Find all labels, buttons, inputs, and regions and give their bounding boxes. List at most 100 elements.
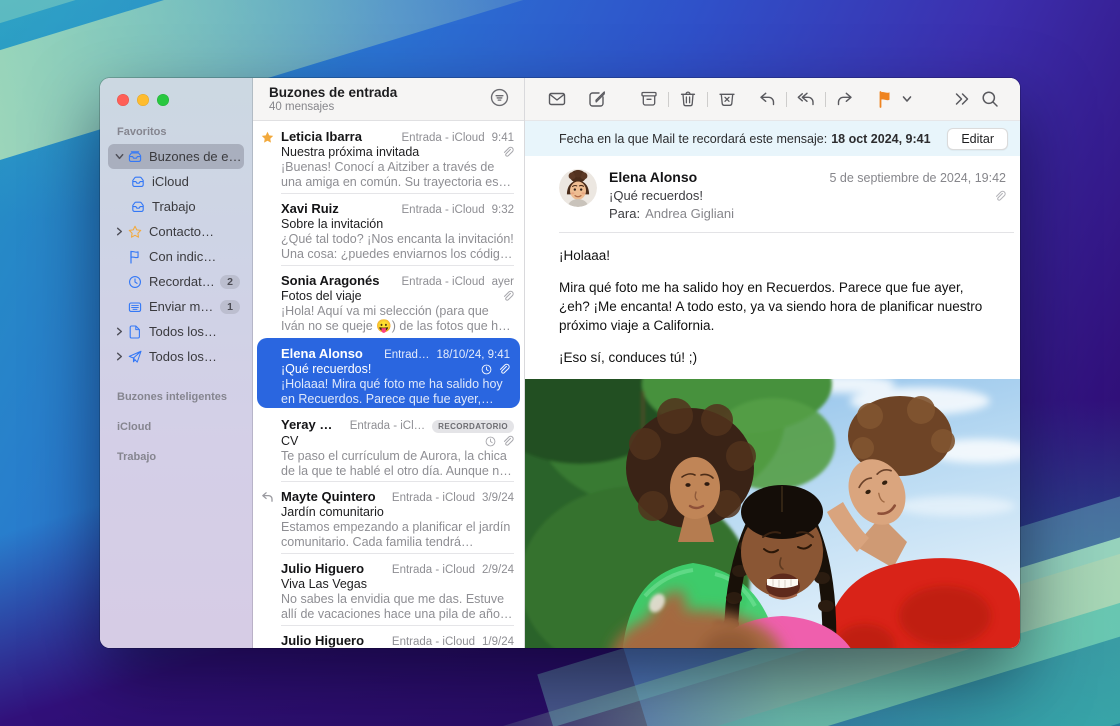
list-row[interactable]: Sonia Aragonés Entrada - iCloud ayer Fot… — [253, 265, 524, 337]
sidebar: Favoritos Buzones de e… iCloud Trabajo C… — [100, 78, 253, 648]
document-icon — [127, 324, 143, 340]
chevron-down-icon[interactable] — [114, 151, 125, 162]
row-mailbox: Entrada - iCl… — [350, 420, 425, 432]
sidebar-item-vip-contacts[interactable]: Contacto… — [108, 219, 244, 244]
message-body: ¡Holaaa! Mira qué foto me ha salido hoy … — [525, 233, 1020, 379]
row-time: 18/10/24, 9:41 — [436, 349, 510, 361]
list-row[interactable]: Julio Higuero Entrada - iCloud 1/9/24 — [253, 625, 524, 648]
to-label: Para: — [609, 206, 640, 221]
list-row[interactable]: Yeray Martín Entrada - iCl… RECORDATORIO… — [253, 409, 524, 481]
row-time: 2/9/24 — [482, 564, 514, 576]
minimize-window-button[interactable] — [137, 94, 149, 106]
message-list: Buzones de entrada 40 mensajes Leticia I… — [253, 78, 525, 648]
archive-button[interactable] — [635, 86, 663, 112]
toolbar-separator — [707, 92, 708, 107]
sidebar-item-inbox-trabajo[interactable]: Trabajo — [108, 194, 244, 219]
junk-button[interactable] — [713, 86, 741, 112]
sidebar-item-label: iCloud — [152, 174, 244, 189]
row-mailbox: Entrada - iCloud — [392, 636, 475, 648]
reminder-banner: Fecha en la que Mail te recordará este m… — [525, 121, 1020, 156]
row-preview: ¡Holaaa! Mira qué foto me ha salido hoy … — [281, 377, 510, 407]
clock-icon — [127, 274, 143, 290]
sidebar-item-flagged[interactable]: Con indic… — [108, 244, 244, 269]
list-row-selected[interactable]: Elena Alonso Entrad… 18/10/24, 9:41 ¡Qué… — [257, 338, 520, 408]
body-paragraph: ¡Holaaa! — [559, 246, 990, 265]
message-list-header: Buzones de entrada 40 mensajes — [253, 78, 524, 121]
sidebar-section-trabajo[interactable]: Trabajo — [100, 451, 252, 463]
reply-all-button[interactable] — [792, 86, 820, 112]
row-sender: Julio Higuero — [281, 633, 385, 648]
row-sender: Mayte Quintero — [281, 489, 385, 504]
get-mail-button[interactable] — [543, 86, 571, 112]
chevron-right-icon[interactable] — [114, 351, 125, 362]
sidebar-item-all-inboxes[interactable]: Buzones de e… — [108, 144, 244, 169]
row-preview: No sabes la envidia que me das. Estuve a… — [281, 592, 514, 622]
edit-reminder-button[interactable]: Editar — [947, 128, 1008, 150]
paperclip-icon — [497, 363, 510, 376]
row-subject: Nuestra próxima invitada — [281, 145, 501, 159]
reminder-clock-icon — [484, 435, 497, 448]
row-sender: Leticia Ibarra — [281, 129, 395, 144]
sidebar-item-label: Todos los… — [149, 349, 244, 364]
sidebar-item-label: Con indic… — [149, 249, 244, 264]
filter-button[interactable] — [486, 86, 512, 112]
reminder-banner-text: Fecha en la que Mail te recordará este m… — [559, 132, 931, 146]
count-badge: 1 — [220, 300, 240, 314]
row-subject: CV — [281, 434, 484, 448]
row-sender: Elena Alonso — [281, 346, 377, 361]
sidebar-item-label: Contacto… — [149, 224, 244, 239]
sidebar-item-reminders[interactable]: Recordat… 2 — [108, 269, 244, 294]
star-icon — [260, 130, 275, 145]
compose-button[interactable] — [583, 86, 611, 112]
row-time: 9:32 — [492, 204, 514, 216]
sidebar-section-smart-mailboxes[interactable]: Buzones inteligentes — [100, 391, 252, 403]
row-subject: Fotos del viaje — [281, 289, 501, 303]
more-toolbar-items-button[interactable] — [948, 86, 976, 112]
paperclip-icon — [501, 146, 514, 159]
list-row[interactable]: Xavi Ruiz Entrada - iCloud 9:32 Sobre la… — [253, 193, 524, 265]
row-time: 3/9/24 — [482, 492, 514, 504]
zoom-window-button[interactable] — [157, 94, 169, 106]
sidebar-item-label: Trabajo — [152, 199, 244, 214]
flag-menu-chevron-icon[interactable] — [899, 86, 915, 112]
row-subject: Sobre la invitación — [281, 217, 514, 231]
flag-button[interactable] — [871, 86, 899, 112]
list-row[interactable]: Mayte Quintero Entrada - iCloud 3/9/24 J… — [253, 481, 524, 553]
close-window-button[interactable] — [117, 94, 129, 106]
forward-button[interactable] — [831, 86, 859, 112]
paperclip-icon — [501, 435, 514, 448]
reminder-date: 18 oct 2024, 9:41 — [831, 132, 930, 146]
toolbar — [525, 78, 1020, 121]
sidebar-item-label: Enviar m… — [149, 299, 220, 314]
chevron-right-icon[interactable] — [114, 226, 125, 237]
reminder-clock-icon — [480, 363, 493, 376]
recipient-name[interactable]: Andrea Gigliani — [645, 206, 734, 221]
list-row[interactable]: Julio Higuero Entrada - iCloud 2/9/24 Vi… — [253, 553, 524, 625]
paperclip-icon — [993, 190, 1006, 203]
all-inboxes-icon — [127, 149, 143, 165]
sender-avatar[interactable] — [559, 169, 597, 207]
list-row[interactable]: Leticia Ibarra Entrada - iCloud 9:41 Nue… — [253, 121, 524, 193]
row-sender: Xavi Ruiz — [281, 201, 395, 216]
row-mailbox: Entrada - iCloud — [402, 204, 485, 216]
attachment-indicator — [829, 190, 1006, 203]
sidebar-item-send-later[interactable]: Enviar m… 1 — [108, 294, 244, 319]
toolbar-separator — [786, 92, 787, 107]
message-pane: Fecha en la que Mail te recordará este m… — [525, 78, 1020, 648]
sidebar-section-icloud[interactable]: iCloud — [100, 421, 252, 433]
message-header: Elena Alonso ¡Qué recuerdos! Para:Andrea… — [525, 156, 1020, 232]
reply-button[interactable] — [753, 86, 781, 112]
flag-icon — [127, 249, 143, 265]
toolbar-separator — [825, 92, 826, 107]
row-sender: Yeray Martín — [281, 417, 343, 432]
mail-window: Favoritos Buzones de e… iCloud Trabajo C… — [100, 78, 1020, 648]
delete-button[interactable] — [674, 86, 702, 112]
chevron-right-icon[interactable] — [114, 326, 125, 337]
photo-attachment[interactable] — [525, 379, 1020, 648]
row-subject: Viva Las Vegas — [281, 577, 514, 591]
search-button[interactable] — [976, 86, 1004, 112]
sidebar-section-favorites: Favoritos — [100, 126, 252, 138]
sidebar-item-all-drafts[interactable]: Todos los… — [108, 319, 244, 344]
sidebar-item-inbox-icloud[interactable]: iCloud — [108, 169, 244, 194]
sidebar-item-all-sent[interactable]: Todos los… — [108, 344, 244, 369]
